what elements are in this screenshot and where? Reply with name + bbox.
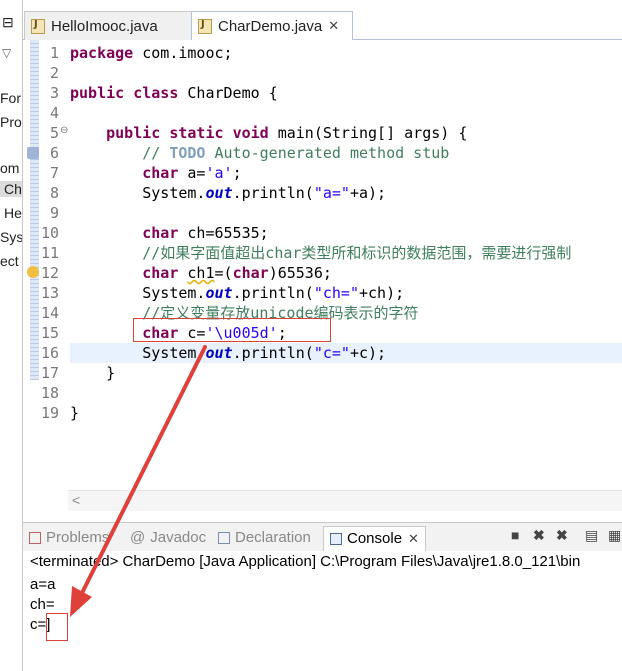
annotation-arrow <box>70 345 207 617</box>
